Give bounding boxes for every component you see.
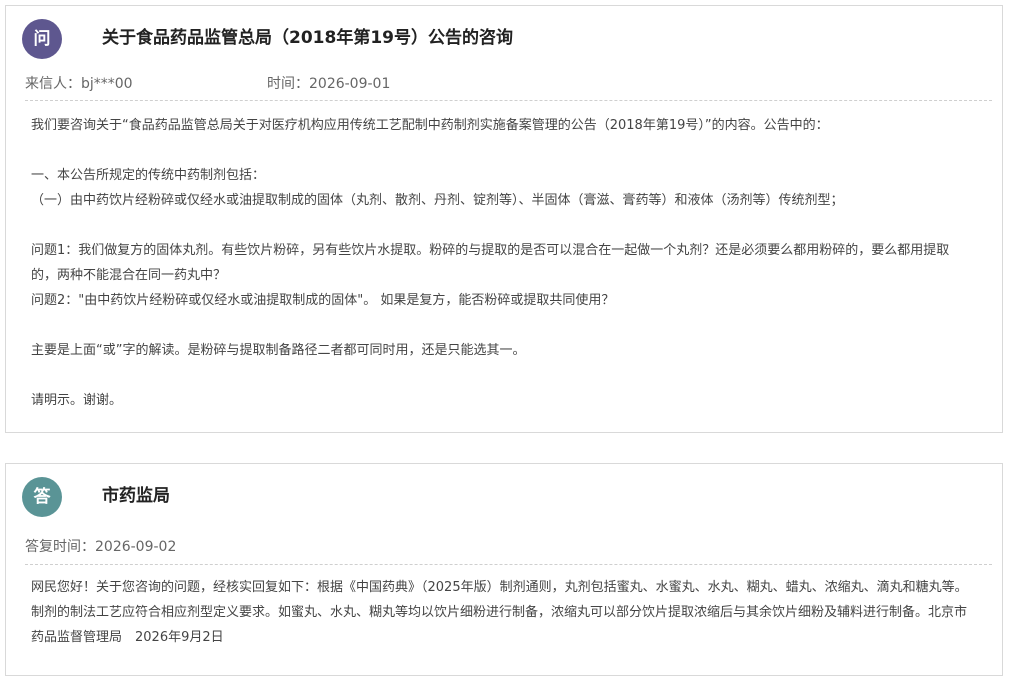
question-paragraph: 问题1：我们做复方的固体丸剂。有些饮片粉碎，另有些饮片水提取。粉碎的与提取的是否… (31, 243, 950, 283)
answer-paragraph: 网民您好！关于您咨询的问题，经核实回复如下：根据《中国药典》（2025年版）制剂… (31, 580, 968, 645)
answer-content: 网民您好！关于您咨询的问题，经核实回复如下：根据《中国药典》（2025年版）制剂… (31, 575, 971, 650)
divider (25, 564, 992, 565)
sender: 来信人：bj***00 (25, 76, 133, 92)
question-card: 问 关于食品药品监管总局（2018年第19号）公告的咨询 来信人：bj***00… (5, 5, 1003, 433)
answer-card: 答 市药监局 答复时间：2026-09-02 网民您好！关于您咨询的问题，经核实… (5, 463, 1003, 676)
divider (25, 100, 992, 101)
question-time: 时间：2026-09-01 (267, 76, 391, 92)
question-paragraph: 请明示。谢谢。 (31, 393, 123, 408)
question-content: 我们要咨询关于“食品药品监管总局关于对医疗机构应用传统工艺配制中药制剂实施备案管… (31, 113, 971, 413)
question-paragraph: 主要是上面“或”字的解读。是粉碎与提取制备路径二者都可同时用，还是只能选其一。 (31, 343, 526, 358)
question-meta: 来信人：bj***00 时间：2026-09-01 (25, 73, 390, 93)
question-paragraph: （一）由中药饮片经粉碎或仅经水或油提取制成的固体（丸剂、散剂、丹剂、锭剂等）、半… (31, 193, 844, 208)
question-title: 关于食品药品监管总局（2018年第19号）公告的咨询 (102, 28, 513, 48)
reply-time: 答复时间：2026-09-02 (25, 539, 177, 555)
question-badge: 问 (22, 19, 62, 59)
question-paragraph: 问题2："由中药饮片经粉碎或仅经水或油提取制成的固体"。 如果是复方，能否粉碎或… (31, 293, 615, 308)
question-paragraph: 我们要咨询关于“食品药品监管总局关于对医疗机构应用传统工艺配制中药制剂实施备案管… (31, 118, 829, 133)
answer-badge: 答 (22, 477, 62, 517)
question-paragraph: 一、本公告所规定的传统中药制剂包括： (31, 168, 266, 183)
answer-meta: 答复时间：2026-09-02 (25, 536, 176, 556)
answer-title: 市药监局 (102, 486, 170, 506)
